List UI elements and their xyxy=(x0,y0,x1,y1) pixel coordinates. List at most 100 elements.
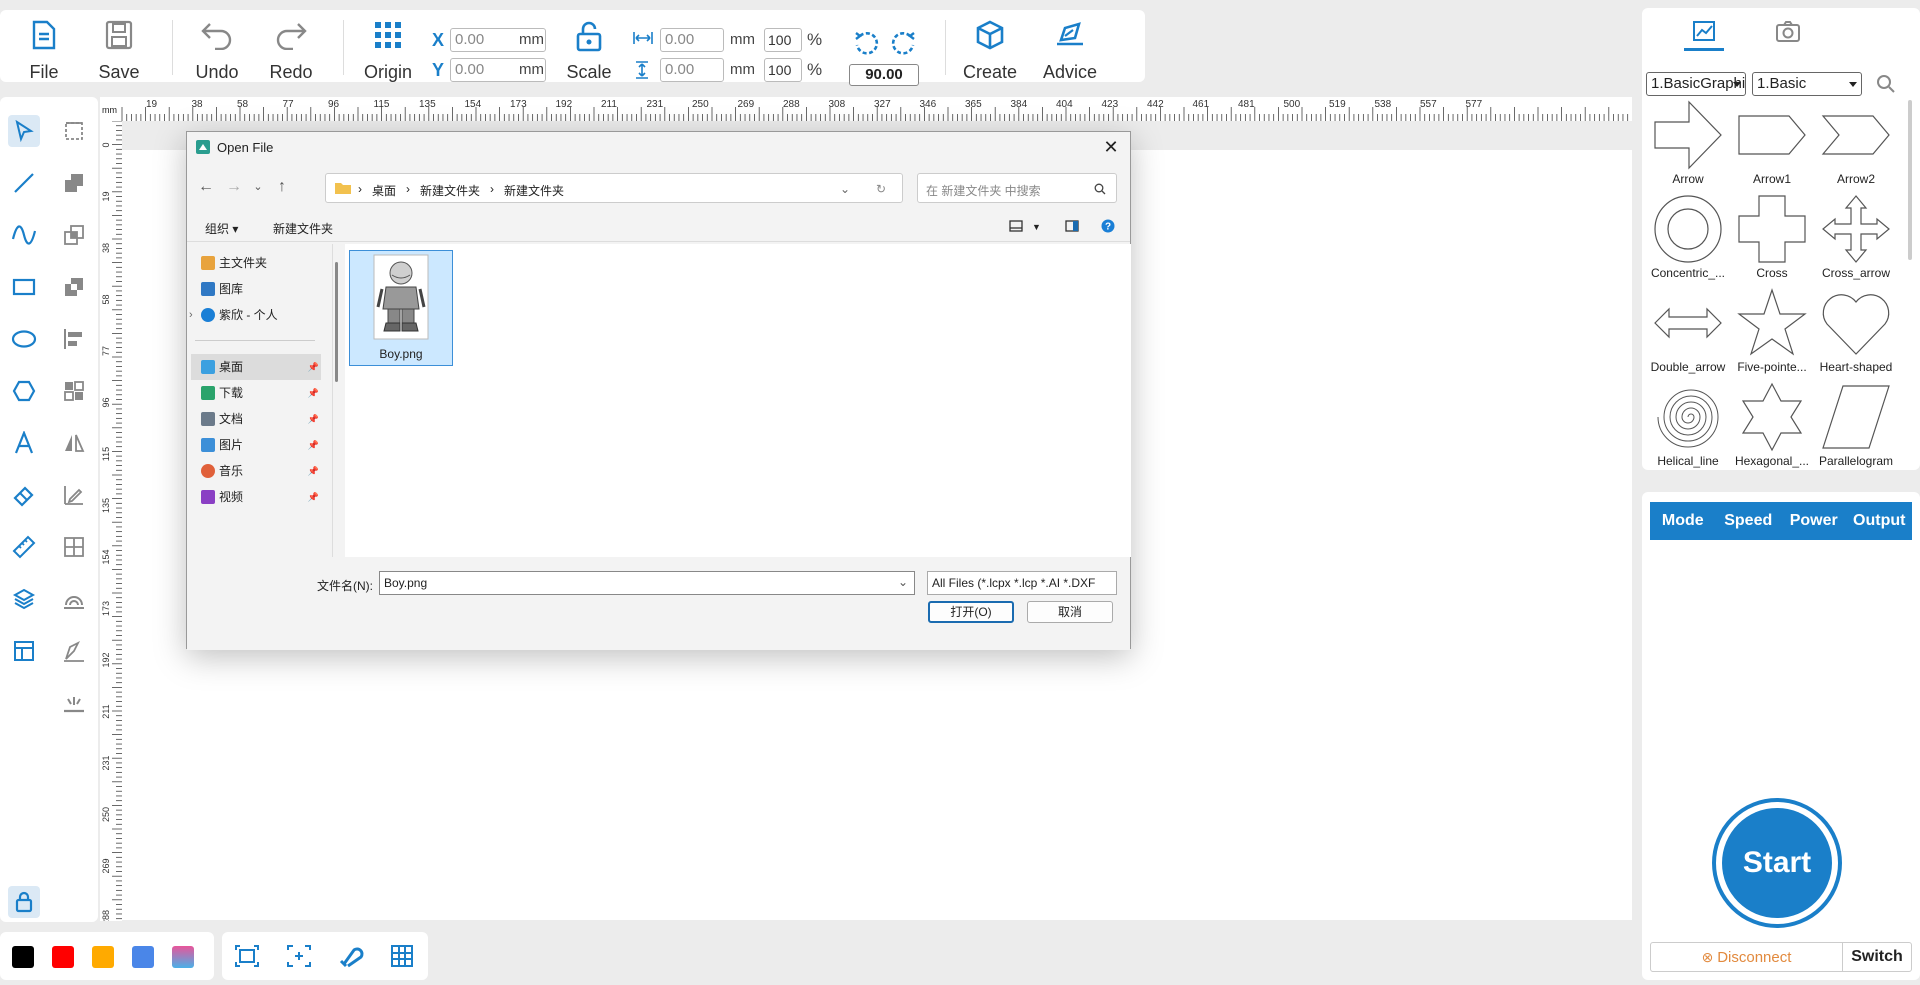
height-percent-input[interactable]: 100 xyxy=(764,58,802,82)
chevron-down-icon[interactable]: ⌄ xyxy=(840,182,850,196)
shape-five-pointed-star[interactable]: Five-pointe... xyxy=(1730,288,1814,380)
back-arrow-icon[interactable]: ← xyxy=(195,176,217,198)
power-column[interactable]: Power xyxy=(1781,502,1847,540)
fit-frame-icon[interactable] xyxy=(234,944,260,968)
file-item[interactable]: Boy.png xyxy=(349,250,453,366)
shape-list-scrollbar[interactable] xyxy=(1908,100,1912,260)
cancel-button[interactable]: 取消 xyxy=(1027,601,1113,623)
polygon-tool[interactable] xyxy=(8,375,40,407)
ruler-tool[interactable] xyxy=(8,531,40,563)
group-tool[interactable] xyxy=(58,375,90,407)
pin-icon[interactable]: 📌 xyxy=(308,484,319,510)
open-button[interactable]: 打开(O) xyxy=(928,601,1014,623)
curve-tool[interactable] xyxy=(8,219,40,251)
shape-double-arrow[interactable]: Double_arrow xyxy=(1646,288,1730,380)
line-tool[interactable] xyxy=(8,167,40,199)
sketch-tool[interactable] xyxy=(58,635,90,667)
orange-swatch[interactable] xyxy=(92,946,114,968)
category-select[interactable]: 1.BasicGraphics xyxy=(1646,72,1746,96)
laser-preview-tool[interactable] xyxy=(58,687,90,719)
address-bar[interactable]: › 桌面 › 新建文件夹 › 新建文件夹 ⌄ ↻ xyxy=(325,173,903,203)
tab-camera[interactable] xyxy=(1768,16,1808,48)
text-tool[interactable] xyxy=(8,427,40,459)
height-input[interactable]: 0.00 xyxy=(660,58,724,82)
switch-button[interactable]: Switch xyxy=(1843,943,1911,971)
shape-heart[interactable]: Heart-shaped xyxy=(1814,288,1898,380)
up-arrow-icon[interactable]: ↑ xyxy=(271,176,293,198)
rotate-cw-icon[interactable] xyxy=(890,30,918,58)
forward-arrow-icon[interactable]: → xyxy=(223,176,245,198)
lock-button[interactable] xyxy=(8,886,40,918)
eraser-tool[interactable] xyxy=(8,479,40,511)
sidebar-item-videos[interactable]: 视频 📌 xyxy=(191,484,321,510)
rectangle-tool[interactable] xyxy=(8,271,40,303)
breadcrumb-item[interactable]: 新建文件夹 xyxy=(420,182,480,199)
pin-icon[interactable]: 📌 xyxy=(308,380,319,406)
layout-tool[interactable] xyxy=(8,635,40,667)
offset-tool[interactable] xyxy=(58,583,90,615)
rotation-input[interactable]: 90.00 xyxy=(849,64,919,86)
start-button[interactable]: Start xyxy=(1722,808,1832,918)
node-edit-tool[interactable] xyxy=(58,115,90,147)
red-swatch[interactable] xyxy=(52,946,74,968)
shape-arrow[interactable]: Arrow xyxy=(1646,100,1730,192)
save-button[interactable]: Save xyxy=(84,16,154,82)
mirror-tool[interactable] xyxy=(58,427,90,459)
redo-button[interactable]: Redo xyxy=(256,16,326,82)
new-folder-button[interactable]: 新建文件夹 xyxy=(273,220,333,237)
file-name-field[interactable]: Boy.png ⌄ xyxy=(379,571,915,595)
tab-graphics[interactable] xyxy=(1684,16,1724,48)
subcategory-select[interactable]: 1.Basic xyxy=(1752,72,1862,96)
undo-button[interactable]: Undo xyxy=(182,16,252,82)
shape-arrow2[interactable]: Arrow2 xyxy=(1814,100,1898,192)
breadcrumb-item[interactable]: 桌面 xyxy=(372,182,396,199)
sidebar-item-gallery[interactable]: 图库 xyxy=(191,276,321,302)
sidebar-item-home[interactable]: 主文件夹 xyxy=(191,250,321,276)
magnet-icon[interactable] xyxy=(338,944,364,970)
shape-hexagonal-star[interactable]: Hexagonal_... xyxy=(1730,382,1814,474)
pin-icon[interactable]: 📌 xyxy=(308,432,319,458)
gradient-swatch[interactable] xyxy=(172,946,194,968)
pin-icon[interactable]: 📌 xyxy=(308,406,319,432)
grid-icon[interactable] xyxy=(390,944,414,968)
nav-pane-scrollbar[interactable] xyxy=(335,262,338,382)
difference-tool[interactable] xyxy=(58,271,90,303)
close-icon[interactable]: ✕ xyxy=(1100,136,1122,158)
output-column[interactable]: Output xyxy=(1847,502,1913,540)
width-percent-input[interactable]: 100 xyxy=(764,28,802,52)
refresh-icon[interactable]: ↻ xyxy=(876,182,886,196)
shape-cross-arrow[interactable]: Cross_arrow xyxy=(1814,194,1898,286)
search-input[interactable]: 在 新建文件夹 中搜索 xyxy=(917,173,1117,203)
view-mode-icon[interactable] xyxy=(1009,220,1023,232)
blue-swatch[interactable] xyxy=(132,946,154,968)
shape-helical-line[interactable]: Helical_line xyxy=(1646,382,1730,474)
mode-column[interactable]: Mode xyxy=(1650,502,1716,540)
scale-button[interactable]: Scale xyxy=(554,16,624,82)
black-swatch[interactable] xyxy=(12,946,34,968)
file-type-select[interactable]: All Files (*.lcpx *.lcp *.AI *.DXF xyxy=(927,571,1117,595)
origin-button[interactable]: Origin xyxy=(353,16,423,82)
disconnect-button[interactable]: ⊗ Disconnect xyxy=(1651,943,1843,971)
sidebar-item-documents[interactable]: 文档 📌 xyxy=(191,406,321,432)
union-tool[interactable] xyxy=(58,167,90,199)
shape-cross[interactable]: Cross xyxy=(1730,194,1814,286)
chevron-down-icon[interactable]: ⌄ xyxy=(898,575,908,589)
focus-selection-icon[interactable] xyxy=(286,944,312,968)
pin-icon[interactable]: 📌 xyxy=(308,458,319,484)
select-tool[interactable] xyxy=(8,115,40,147)
ellipse-tool[interactable] xyxy=(8,323,40,355)
width-input[interactable]: 0.00 xyxy=(660,28,724,52)
sidebar-item-desktop[interactable]: 桌面 📌 xyxy=(191,354,321,380)
create-button[interactable]: Create xyxy=(955,16,1025,82)
rotate-ccw-icon[interactable] xyxy=(852,30,880,58)
sidebar-item-music[interactable]: 音乐 📌 xyxy=(191,458,321,484)
speed-column[interactable]: Speed xyxy=(1716,502,1782,540)
preview-pane-icon[interactable] xyxy=(1065,220,1079,232)
shape-arrow1[interactable]: Arrow1 xyxy=(1730,100,1814,192)
sidebar-item-downloads[interactable]: 下载 📌 xyxy=(191,380,321,406)
advice-button[interactable]: Advice xyxy=(1035,16,1105,82)
view-dropdown-icon[interactable]: ▼ xyxy=(1032,222,1041,232)
help-icon[interactable]: ? xyxy=(1101,219,1115,233)
sidebar-item-pictures[interactable]: 图片 📌 xyxy=(191,432,321,458)
array-tool[interactable] xyxy=(58,531,90,563)
